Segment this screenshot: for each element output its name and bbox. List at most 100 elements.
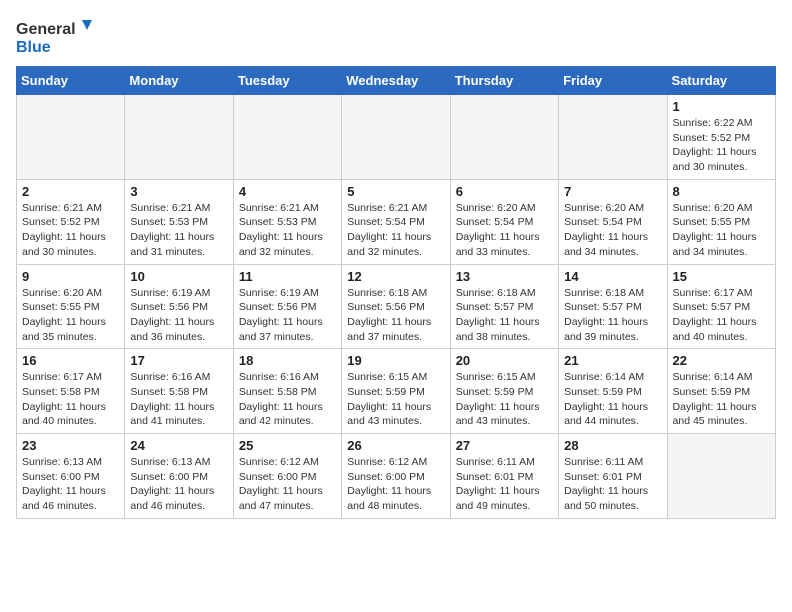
calendar-cell: 27 Sunrise: 6:11 AMSunset: 6:01 PMDayligh… bbox=[450, 434, 558, 519]
calendar-cell: 11 Sunrise: 6:19 AMSunset: 5:56 PMDayligh… bbox=[233, 264, 341, 349]
calendar-cell: 10 Sunrise: 6:19 AMSunset: 5:56 PMDayligh… bbox=[125, 264, 233, 349]
day-number: 12 bbox=[347, 269, 444, 284]
day-number: 14 bbox=[564, 269, 661, 284]
week-row-5: 23 Sunrise: 6:13 AMSunset: 6:00 PMDayligh… bbox=[17, 434, 776, 519]
day-number: 15 bbox=[673, 269, 770, 284]
calendar-cell: 9 Sunrise: 6:20 AMSunset: 5:55 PMDaylight… bbox=[17, 264, 125, 349]
day-number: 8 bbox=[673, 184, 770, 199]
day-info: Sunrise: 6:17 AMSunset: 5:57 PMDaylight:… bbox=[673, 286, 770, 345]
calendar-cell: 15 Sunrise: 6:17 AMSunset: 5:57 PMDayligh… bbox=[667, 264, 775, 349]
day-info: Sunrise: 6:22 AMSunset: 5:52 PMDaylight:… bbox=[673, 116, 770, 175]
day-number: 17 bbox=[130, 353, 227, 368]
day-info: Sunrise: 6:20 AMSunset: 5:54 PMDaylight:… bbox=[456, 201, 553, 260]
day-number: 23 bbox=[22, 438, 119, 453]
day-header-friday: Friday bbox=[559, 67, 667, 95]
day-number: 10 bbox=[130, 269, 227, 284]
day-info: Sunrise: 6:21 AMSunset: 5:54 PMDaylight:… bbox=[347, 201, 444, 260]
calendar-cell bbox=[667, 434, 775, 519]
day-info: Sunrise: 6:14 AMSunset: 5:59 PMDaylight:… bbox=[673, 370, 770, 429]
day-number: 25 bbox=[239, 438, 336, 453]
calendar-cell: 21Sunrise: 6:14 AMSunset: 5:59 PMDayligh… bbox=[559, 349, 667, 434]
day-info: Sunrise: 6:16 AMSunset: 5:58 PMDaylight:… bbox=[239, 370, 336, 429]
week-row-2: 2Sunrise: 6:21 AMSunset: 5:52 PMDaylight… bbox=[17, 179, 776, 264]
day-info: Sunrise: 6:16 AMSunset: 5:58 PMDaylight:… bbox=[130, 370, 227, 429]
calendar-cell: 16Sunrise: 6:17 AMSunset: 5:58 PMDayligh… bbox=[17, 349, 125, 434]
calendar-cell: 28 Sunrise: 6:11 AMSunset: 6:01 PMDayligh… bbox=[559, 434, 667, 519]
calendar-cell: 19 Sunrise: 6:15 AMSunset: 5:59 PMDayligh… bbox=[342, 349, 450, 434]
calendar: SundayMondayTuesdayWednesdayThursdayFrid… bbox=[16, 66, 776, 519]
day-number: 4 bbox=[239, 184, 336, 199]
day-number: 2 bbox=[22, 184, 119, 199]
calendar-header-row: SundayMondayTuesdayWednesdayThursdayFrid… bbox=[17, 67, 776, 95]
day-info: Sunrise: 6:14 AMSunset: 5:59 PMDaylight:… bbox=[564, 370, 661, 429]
svg-text:Blue: Blue bbox=[16, 39, 51, 56]
calendar-cell: 18 Sunrise: 6:16 AMSunset: 5:58 PMDayligh… bbox=[233, 349, 341, 434]
day-number: 6 bbox=[456, 184, 553, 199]
calendar-cell: 25 Sunrise: 6:12 AMSunset: 6:00 PMDayligh… bbox=[233, 434, 341, 519]
day-info: Sunrise: 6:12 AMSunset: 6:00 PMDaylight:… bbox=[347, 455, 444, 514]
calendar-cell: 26 Sunrise: 6:12 AMSunset: 6:00 PMDayligh… bbox=[342, 434, 450, 519]
day-info: Sunrise: 6:18 AMSunset: 5:56 PMDaylight:… bbox=[347, 286, 444, 345]
day-number: 18 bbox=[239, 353, 336, 368]
calendar-cell: 4 Sunrise: 6:21 AMSunset: 5:53 PMDaylight… bbox=[233, 179, 341, 264]
day-info: Sunrise: 6:21 AMSunset: 5:53 PMDaylight:… bbox=[239, 201, 336, 260]
day-number: 16 bbox=[22, 353, 119, 368]
day-info: Sunrise: 6:20 AMSunset: 5:54 PMDaylight:… bbox=[564, 201, 661, 260]
calendar-cell: 7Sunrise: 6:20 AMSunset: 5:54 PMDaylight… bbox=[559, 179, 667, 264]
day-info: Sunrise: 6:11 AMSunset: 6:01 PMDaylight:… bbox=[564, 455, 661, 514]
day-info: Sunrise: 6:19 AMSunset: 5:56 PMDaylight:… bbox=[130, 286, 227, 345]
day-number: 13 bbox=[456, 269, 553, 284]
day-info: Sunrise: 6:21 AMSunset: 5:53 PMDaylight:… bbox=[130, 201, 227, 260]
day-number: 5 bbox=[347, 184, 444, 199]
day-number: 11 bbox=[239, 269, 336, 284]
calendar-cell: 24 Sunrise: 6:13 AMSunset: 6:00 PMDayligh… bbox=[125, 434, 233, 519]
day-number: 27 bbox=[456, 438, 553, 453]
day-info: Sunrise: 6:19 AMSunset: 5:56 PMDaylight:… bbox=[239, 286, 336, 345]
calendar-cell bbox=[342, 95, 450, 180]
calendar-cell: 20Sunrise: 6:15 AMSunset: 5:59 PMDayligh… bbox=[450, 349, 558, 434]
day-info: Sunrise: 6:15 AMSunset: 5:59 PMDaylight:… bbox=[456, 370, 553, 429]
day-header-sunday: Sunday bbox=[17, 67, 125, 95]
calendar-cell bbox=[450, 95, 558, 180]
day-number: 26 bbox=[347, 438, 444, 453]
day-info: Sunrise: 6:20 AMSunset: 5:55 PMDaylight:… bbox=[673, 201, 770, 260]
week-row-3: 9 Sunrise: 6:20 AMSunset: 5:55 PMDaylight… bbox=[17, 264, 776, 349]
day-header-monday: Monday bbox=[125, 67, 233, 95]
calendar-cell: 6 Sunrise: 6:20 AMSunset: 5:54 PMDaylight… bbox=[450, 179, 558, 264]
logo-svg: GeneralBlue bbox=[16, 16, 96, 56]
logo: GeneralBlue bbox=[16, 16, 96, 56]
calendar-cell bbox=[125, 95, 233, 180]
calendar-cell bbox=[559, 95, 667, 180]
day-number: 22 bbox=[673, 353, 770, 368]
day-info: Sunrise: 6:13 AMSunset: 6:00 PMDaylight:… bbox=[22, 455, 119, 514]
calendar-cell bbox=[17, 95, 125, 180]
calendar-cell: 8 Sunrise: 6:20 AMSunset: 5:55 PMDaylight… bbox=[667, 179, 775, 264]
day-info: Sunrise: 6:20 AMSunset: 5:55 PMDaylight:… bbox=[22, 286, 119, 345]
day-info: Sunrise: 6:18 AMSunset: 5:57 PMDaylight:… bbox=[564, 286, 661, 345]
calendar-cell: 17 Sunrise: 6:16 AMSunset: 5:58 PMDayligh… bbox=[125, 349, 233, 434]
day-header-wednesday: Wednesday bbox=[342, 67, 450, 95]
day-number: 3 bbox=[130, 184, 227, 199]
day-number: 24 bbox=[130, 438, 227, 453]
day-info: Sunrise: 6:13 AMSunset: 6:00 PMDaylight:… bbox=[130, 455, 227, 514]
calendar-cell: 14 Sunrise: 6:18 AMSunset: 5:57 PMDayligh… bbox=[559, 264, 667, 349]
day-number: 19 bbox=[347, 353, 444, 368]
calendar-cell: 22 Sunrise: 6:14 AMSunset: 5:59 PMDayligh… bbox=[667, 349, 775, 434]
calendar-cell: 2Sunrise: 6:21 AMSunset: 5:52 PMDaylight… bbox=[17, 179, 125, 264]
day-info: Sunrise: 6:18 AMSunset: 5:57 PMDaylight:… bbox=[456, 286, 553, 345]
day-number: 9 bbox=[22, 269, 119, 284]
day-number: 1 bbox=[673, 99, 770, 114]
week-row-1: 1 Sunrise: 6:22 AMSunset: 5:52 PMDaylight… bbox=[17, 95, 776, 180]
day-info: Sunrise: 6:15 AMSunset: 5:59 PMDaylight:… bbox=[347, 370, 444, 429]
header: GeneralBlue bbox=[16, 16, 776, 56]
day-header-tuesday: Tuesday bbox=[233, 67, 341, 95]
day-info: Sunrise: 6:11 AMSunset: 6:01 PMDaylight:… bbox=[456, 455, 553, 514]
calendar-cell: 5 Sunrise: 6:21 AMSunset: 5:54 PMDaylight… bbox=[342, 179, 450, 264]
day-header-thursday: Thursday bbox=[450, 67, 558, 95]
calendar-cell: 12 Sunrise: 6:18 AMSunset: 5:56 PMDayligh… bbox=[342, 264, 450, 349]
day-info: Sunrise: 6:12 AMSunset: 6:00 PMDaylight:… bbox=[239, 455, 336, 514]
calendar-cell: 13 Sunrise: 6:18 AMSunset: 5:57 PMDayligh… bbox=[450, 264, 558, 349]
day-number: 28 bbox=[564, 438, 661, 453]
calendar-cell bbox=[233, 95, 341, 180]
calendar-cell: 3 Sunrise: 6:21 AMSunset: 5:53 PMDaylight… bbox=[125, 179, 233, 264]
